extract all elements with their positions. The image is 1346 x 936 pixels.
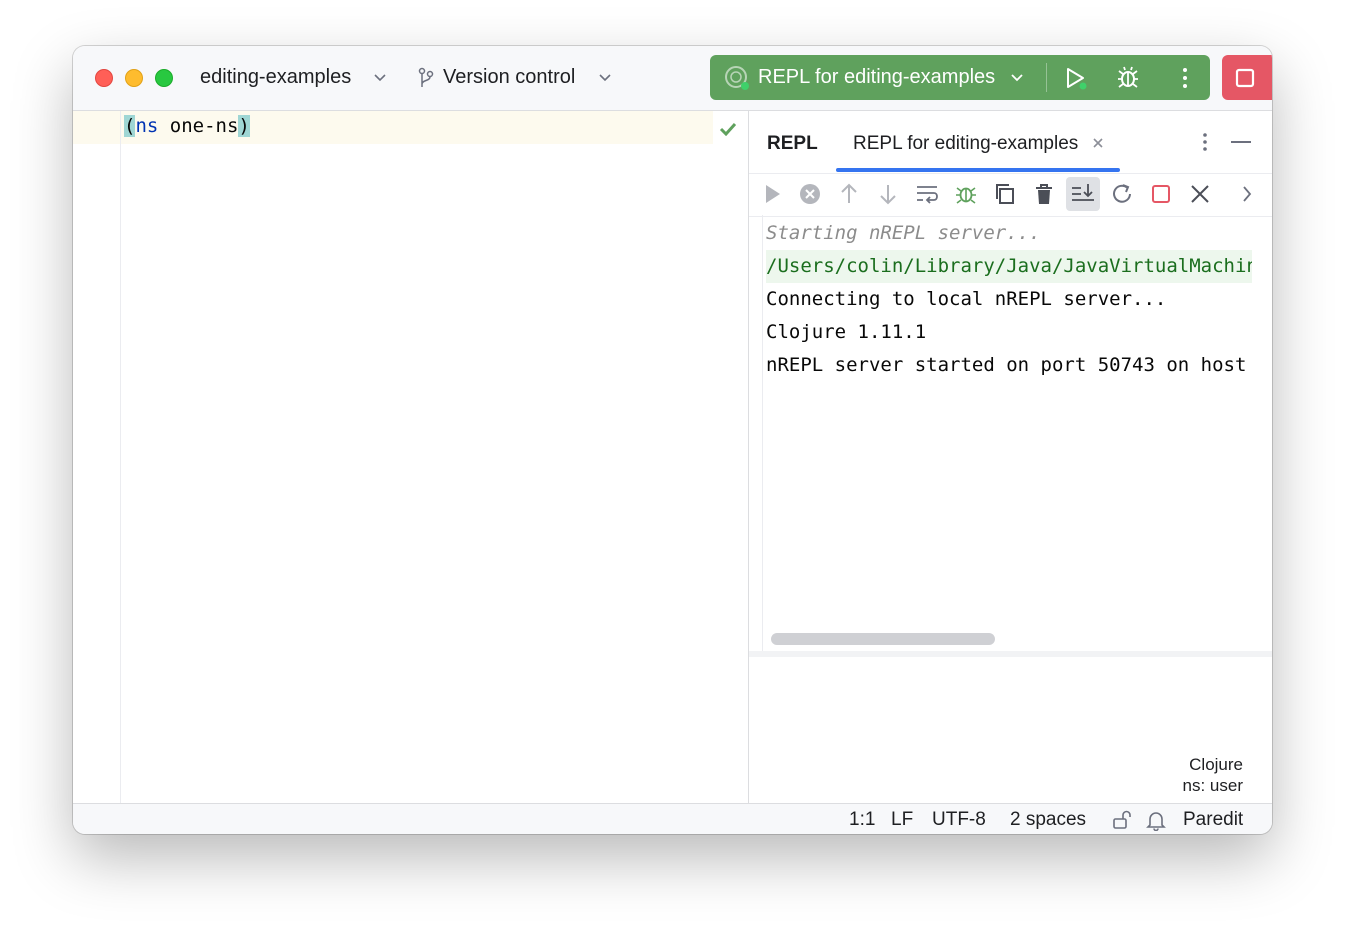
run-configuration-widget: REPL for editing-examples [710, 55, 1210, 100]
paredit-mode[interactable]: Paredit [1183, 809, 1243, 831]
active-tab-indicator [836, 168, 1120, 172]
editor-gutter [120, 111, 121, 804]
console-line: nREPL server started on port 50743 on ho… [766, 354, 1247, 376]
branch-icon [418, 67, 434, 87]
history-down-icon[interactable] [875, 181, 901, 207]
repl-namespace-label: ns: user [1182, 776, 1243, 795]
console-gutter [762, 215, 763, 655]
interrupt-icon[interactable] [797, 181, 823, 207]
stop-icon[interactable] [1148, 181, 1174, 207]
console-line: Starting nREPL server... [766, 222, 1041, 244]
run-config-selector[interactable]: REPL for editing-examples [758, 66, 995, 89]
copy-icon[interactable] [992, 181, 1018, 207]
code-line[interactable]: (ns one-ns) [124, 115, 250, 137]
code-editor[interactable]: (ns one-ns) [73, 111, 748, 804]
repl-toolbar [749, 173, 1272, 217]
indent-settings[interactable]: 2 spaces [1010, 809, 1086, 831]
caret-position[interactable]: 1:1 [849, 809, 875, 831]
title-bar: editing-examples Version control REPL fo… [73, 46, 1272, 111]
open-paren: ( [124, 115, 136, 137]
no-problems-check-icon[interactable] [719, 122, 737, 136]
repl-console-output[interactable]: Starting nREPL server... /Users/colin/Li… [766, 217, 1252, 647]
repl-input-divider[interactable] [749, 651, 1272, 657]
console-line: /Users/colin/Library/Java/JavaVirtualMac… [766, 250, 1252, 283]
debug-icon[interactable] [1115, 65, 1141, 91]
more-icon[interactable] [1172, 65, 1198, 91]
maximize-window-button[interactable] [155, 69, 173, 87]
repl-tabs: REPL REPL for editing-examples [749, 111, 1272, 172]
clear-icon[interactable] [1031, 181, 1057, 207]
file-encoding[interactable]: UTF-8 [932, 809, 986, 831]
history-up-icon[interactable] [836, 181, 862, 207]
scroll-to-end-icon [1072, 184, 1094, 201]
notifications-bell-icon[interactable] [1145, 809, 1167, 831]
lock-open-icon[interactable] [1111, 809, 1133, 831]
repl-config-icon [725, 66, 749, 90]
chevron-down-icon[interactable] [598, 70, 612, 84]
close-paren: ) [238, 115, 250, 137]
repl-tool-window: REPL REPL for editing-examples Starting … [749, 111, 1272, 804]
more-options-icon[interactable] [1195, 131, 1215, 153]
restart-icon[interactable] [1109, 181, 1135, 207]
close-tab-icon[interactable] [1091, 136, 1105, 150]
chevron-down-icon[interactable] [373, 70, 387, 84]
close-window-button[interactable] [95, 69, 113, 87]
project-selector[interactable]: editing-examples [200, 66, 351, 89]
toolbar-divider [1046, 63, 1047, 92]
chevron-down-icon[interactable] [1010, 70, 1024, 84]
minimize-window-button[interactable] [125, 69, 143, 87]
stop-icon [1235, 68, 1255, 88]
repl-tool-title: REPL [767, 133, 818, 154]
status-bar: 1:1 LF UTF-8 2 spaces Paredit [73, 803, 1272, 834]
run-icon[interactable] [1062, 65, 1088, 91]
stop-button[interactable] [1222, 55, 1272, 100]
soft-wrap-icon[interactable] [914, 181, 940, 207]
code-keyword: ns [135, 115, 159, 137]
console-line: Connecting to local nREPL server... [766, 288, 1167, 310]
execute-icon[interactable] [759, 181, 785, 207]
code-symbol: one-ns [158, 115, 239, 137]
horizontal-scrollbar[interactable] [771, 633, 995, 645]
tab-repl-for-editing-examples[interactable]: REPL for editing-examples [853, 133, 1078, 155]
expand-icon[interactable] [1234, 181, 1260, 207]
console-line: Clojure 1.11.1 [766, 321, 927, 343]
version-control-menu[interactable]: Version control [443, 66, 575, 89]
line-separator[interactable]: LF [891, 809, 913, 831]
minimize-panel-icon[interactable] [1231, 141, 1251, 143]
debug-icon[interactable] [953, 181, 979, 207]
repl-language-label: Clojure [1189, 755, 1243, 774]
close-icon[interactable] [1187, 181, 1213, 207]
scroll-to-end-button[interactable] [1066, 177, 1100, 211]
ide-window: editing-examples Version control REPL fo… [73, 46, 1272, 834]
